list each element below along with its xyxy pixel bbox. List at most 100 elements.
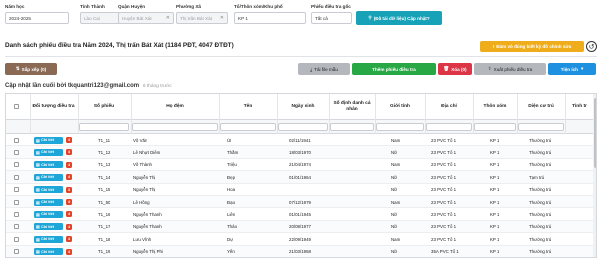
- scrollbar-thumb[interactable]: [593, 98, 596, 168]
- cell-ten: Hoa: [227, 187, 236, 193]
- filter-ten[interactable]: [220, 123, 276, 131]
- table-row[interactable]: ▤ Chi tiết 4 T1_17 Nguyễn Thanh Thảo 20/08/197…: [6, 220, 596, 234]
- table-row[interactable]: ▤ Chi tiết 4 T1_12 Lê Nhựt Diêm Thắm 18/03/197…: [6, 146, 596, 159]
- chi-tiet-button[interactable]: ▤ Chi tiết: [34, 173, 63, 181]
- filter-thon-xom[interactable]: [474, 123, 516, 131]
- sync-button[interactable]: ⚲ (Đã tải dữ liệu) Cập nhật?: [356, 11, 442, 25]
- vertical-scrollbar[interactable]: [593, 94, 596, 257]
- row-checkbox[interactable]: [14, 162, 19, 168]
- row-checkbox[interactable]: [14, 249, 19, 255]
- warn-button[interactable]: ! Đảm vô đúng biết kỳ đồ chính sửa: [480, 41, 584, 52]
- chi-tiet-button[interactable]: ▤ Chi tiết: [34, 186, 63, 194]
- tinh-thanh-value: Lào Cai: [84, 15, 100, 21]
- clear-icon[interactable]: ✕: [166, 15, 170, 21]
- col-dia-chi[interactable]: Địa chỉ: [426, 96, 472, 118]
- col-doi-tuong[interactable]: Đối tượng điều tra: [31, 96, 76, 118]
- export-button[interactable]: ⇪ Xuất phiếu điều tra: [474, 63, 546, 75]
- cell-dia-chi: 23 PVC Tổ 1: [431, 174, 457, 180]
- chi-tiet-button[interactable]: ▤ Chi tiết: [34, 161, 63, 169]
- chi-tiet-label: Chi tiết: [41, 249, 54, 254]
- chi-tiet-button[interactable]: ▤ Chi tiết: [34, 148, 63, 156]
- table-row[interactable]: ▤ Chi tiết 4 T1_14 Nguyễn Thị Đẹp 01/01/1964 Nữ…: [6, 171, 596, 184]
- table-row[interactable]: ▤ Chi tiết 4 T1_50 Lê Hồng Đạo 07/12/1979 Nam 23…: [6, 196, 596, 209]
- cell-dien-cu-tru: Thường trú: [529, 162, 552, 168]
- table-row[interactable]: ▤ Chi tiết 4 T1_19 Nguyễn Thị Phi Yến 21/03/19…: [6, 245, 596, 257]
- col-ngay-sinh[interactable]: Ngày sinh: [278, 96, 328, 118]
- list-icon: ▤: [36, 150, 40, 155]
- cell-thon-xom: KP 1: [490, 174, 500, 180]
- filter-so-phieu[interactable]: [79, 123, 129, 131]
- export-icon: ⇪: [487, 66, 492, 71]
- filter-ngay-sinh[interactable]: [278, 123, 328, 131]
- label-to-thon: Tổ/Thôn xóm/Khu phố: [234, 4, 283, 9]
- last-updated-text: Cập nhật lần cuối bởi tkquantri123@gmail…: [5, 83, 140, 89]
- sort-button[interactable]: ⇅ Sắp xếp (0): [5, 63, 57, 75]
- row-checkbox[interactable]: [14, 211, 19, 217]
- cell-dien-cu-tru: Tạm trú: [529, 174, 545, 180]
- chi-tiet-button[interactable]: ▤ Chi tiết: [34, 210, 63, 218]
- col-thon-xom[interactable]: Thôn xóm: [474, 96, 516, 118]
- chi-tiet-button[interactable]: ▤ Chi tiết: [34, 248, 63, 256]
- cell-dia-chi: 35A PVC Tổ 1: [431, 249, 459, 255]
- row-checkbox[interactable]: [14, 236, 19, 242]
- nam-hoc-select[interactable]: 2024-2025: [5, 12, 69, 24]
- col-so-dinh-danh[interactable]: Số định danh cá nhân: [330, 96, 374, 118]
- row-checkbox[interactable]: [14, 137, 19, 143]
- table-row[interactable]: ▤ Chi tiết 4 T1_16 Nguyễn Thanh Liên 01/01/194…: [6, 208, 596, 221]
- col-dien-cu-tru[interactable]: Diện cư trú: [518, 96, 564, 118]
- chi-tiet-label: Chi tiết: [41, 138, 54, 142]
- add-survey-button[interactable]: Thêm phiếu điều tra: [352, 63, 436, 75]
- filter-dia-chi[interactable]: [426, 123, 472, 131]
- cell-dien-cu-tru: Thường trú: [529, 236, 552, 242]
- download-template-button[interactable]: ⤓ Tải file mẫu: [298, 63, 350, 75]
- col-ten[interactable]: Tên: [220, 96, 276, 118]
- label-nam-hoc: Năm học: [5, 4, 25, 9]
- phuong-xa-select[interactable]: Thị trấn Bát Xát ✕: [176, 12, 228, 24]
- select-all-checkbox[interactable]: [14, 104, 19, 109]
- clear-icon[interactable]: ✕: [220, 15, 224, 21]
- cell-ten: Thảo: [227, 224, 238, 230]
- phieu-goc-select[interactable]: Tất cả: [311, 12, 352, 24]
- cell-ho-dem: Nguyễn Thanh: [133, 211, 162, 217]
- phuong-xa-value: Thị trấn Bát Xát: [180, 15, 212, 21]
- history-icon[interactable]: ↺: [586, 41, 597, 52]
- utilities-dropdown[interactable]: Tiện ích ▾: [548, 63, 596, 75]
- cell-so-phieu: T1_18: [98, 236, 111, 242]
- delete-button[interactable]: 🗑 Xóa (0): [438, 63, 472, 75]
- table-row[interactable]: ▤ Chi tiết 4 T1_11 Võ Văn Út 02/11/1941 Nam 23 P…: [6, 134, 596, 147]
- table-row[interactable]: ▤ Chi tiết 4 T1_13 Võ Thành Triệu 21/04/1974 Na…: [6, 158, 596, 172]
- row-checkbox[interactable]: [14, 187, 19, 193]
- col-so-phieu[interactable]: Số phiếu: [79, 96, 129, 118]
- table-row[interactable]: ▤ Chi tiết 4 T1_18 Lưu Vĩnh Dự 22/09/1949 Nam 23…: [6, 233, 596, 246]
- chi-tiet-label: Chi tiết: [41, 150, 54, 155]
- count-badge: 3: [66, 186, 72, 193]
- list-icon: ▤: [36, 237, 40, 242]
- quan-huyen-select[interactable]: Huyện Bát Xát ✕: [118, 12, 174, 24]
- filter-so-dinh-danh[interactable]: [330, 123, 374, 131]
- chi-tiet-label: Chi tiết: [41, 212, 54, 217]
- chi-tiet-button[interactable]: ▤ Chi tiết: [34, 198, 63, 206]
- cell-ho-dem: Nguyễn Thị Phi: [133, 249, 163, 255]
- row-checkbox[interactable]: [14, 149, 19, 155]
- to-thon-select[interactable]: KP 1: [234, 12, 306, 24]
- list-icon: ▤: [36, 163, 40, 168]
- filter-ho-dem[interactable]: [132, 123, 218, 131]
- row-checkbox[interactable]: [14, 199, 19, 205]
- row-checkbox[interactable]: [14, 174, 19, 180]
- chi-tiet-button[interactable]: ▤ Chi tiết: [34, 223, 63, 231]
- to-thon-value: KP 1: [238, 15, 248, 21]
- row-checkbox[interactable]: [14, 224, 19, 230]
- cell-ten: Đạo: [227, 199, 236, 205]
- table-row[interactable]: ▤ Chi tiết 3 T1_15 Nguyễn Thị Hoa Nữ 23 PVC Tổ …: [6, 183, 596, 196]
- filter-dien-cu-tru[interactable]: [518, 123, 564, 131]
- chi-tiet-button[interactable]: ▤ Chi tiết: [34, 235, 63, 243]
- chi-tiet-button[interactable]: ▤ Chi tiết: [34, 136, 63, 144]
- cell-dien-cu-tru: Thường trú: [529, 199, 552, 205]
- cell-dien-cu-tru: Thường trú: [529, 249, 552, 255]
- filter-gioi-tinh[interactable]: [376, 123, 424, 131]
- col-ho-dem[interactable]: Họ đệm: [132, 96, 218, 118]
- col-gioi-tinh[interactable]: Giới tính: [376, 96, 424, 118]
- quan-huyen-value: Huyện Bát Xát: [122, 15, 152, 21]
- cell-ten: Út: [227, 137, 232, 143]
- cell-ten: Liên: [227, 211, 236, 217]
